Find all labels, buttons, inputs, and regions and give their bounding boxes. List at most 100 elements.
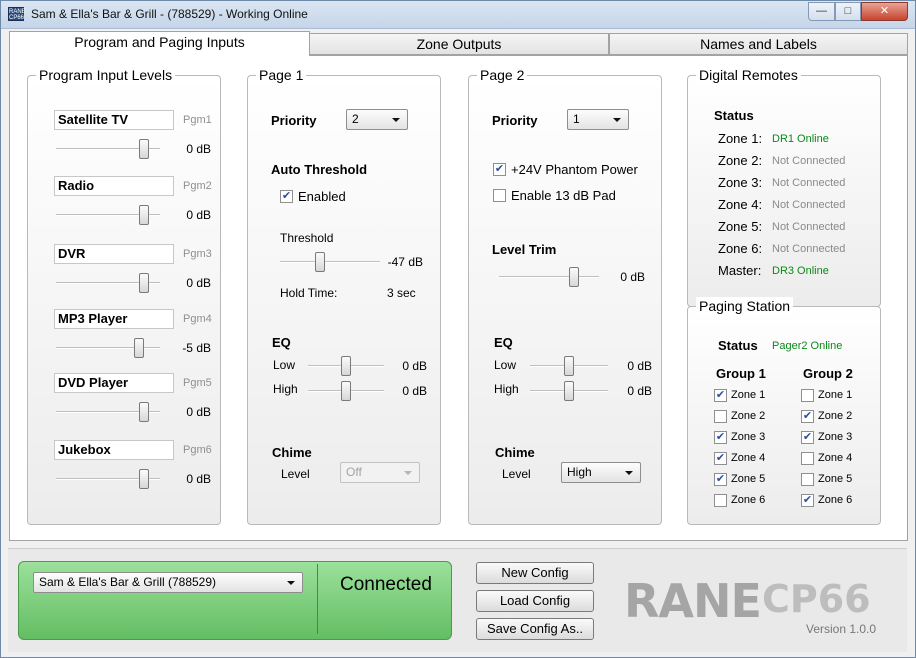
remote-row-status: Not Connected	[772, 243, 846, 255]
group1-zone-checkbox[interactable]: ✔	[714, 389, 727, 402]
group1-zone-label: Zone 2	[731, 410, 766, 422]
group2-label: Group 2	[803, 366, 853, 381]
auto-threshold-enabled-label: Enabled	[298, 189, 346, 204]
page2-eq-high-value: 0 dB	[627, 384, 652, 398]
tab-strip: Program and Paging Inputs Zone Outputs N…	[9, 31, 908, 56]
program-input-slider-thumb[interactable]	[139, 205, 150, 225]
program-input-level-value: 0 dB	[186, 405, 211, 419]
chevron-down-icon	[392, 118, 400, 122]
remote-row-label: Zone 2:	[718, 153, 763, 168]
connection-status: Connected	[340, 574, 432, 595]
enable-pad-checkbox[interactable]	[493, 189, 506, 202]
window-title: Sam & Ella's Bar & Grill - (788529) - Wo…	[31, 7, 308, 21]
program-input-slider-thumb[interactable]	[139, 139, 150, 159]
program-input-name-field[interactable]: Satellite TV	[54, 110, 174, 130]
threshold-slider-thumb[interactable]	[315, 252, 325, 272]
group2-zone-label: Zone 1	[818, 389, 853, 401]
group2-zone-label: Zone 4	[818, 452, 853, 464]
page2-eq-label: EQ	[494, 335, 513, 350]
hold-time-value: 3 sec	[387, 286, 416, 300]
program-input-tag: Pgm5	[183, 377, 212, 389]
auto-threshold-enabled-checkbox[interactable]: ✔	[280, 190, 293, 203]
group2-zone-checkbox[interactable]	[801, 389, 814, 402]
page2-eq-low-thumb[interactable]	[564, 356, 574, 376]
program-input-slider-thumb[interactable]	[139, 273, 150, 293]
remote-row-status: DR3 Online	[772, 265, 829, 277]
page2-eq-high-thumb[interactable]	[564, 381, 574, 401]
program-input-slider-track	[56, 347, 160, 349]
group2-zone-checkbox[interactable]	[801, 473, 814, 486]
tab-zone-outputs[interactable]: Zone Outputs	[309, 33, 609, 55]
program-input-name-field[interactable]: DVR	[54, 244, 174, 264]
tab-names-and-labels[interactable]: Names and Labels	[609, 33, 908, 55]
program-input-level-value: 0 dB	[186, 276, 211, 290]
page2-priority-select[interactable]: 1	[567, 109, 629, 130]
group1-zone-checkbox[interactable]	[714, 410, 727, 423]
program-input-name-field[interactable]: DVD Player	[54, 373, 174, 393]
group2-zone-checkbox[interactable]: ✔	[801, 494, 814, 507]
page1-chime-level-select[interactable]: Off	[340, 462, 420, 483]
program-input-name-field[interactable]: MP3 Player	[54, 309, 174, 329]
page2-title: Page 2	[477, 66, 528, 84]
program-input-slider-thumb[interactable]	[139, 402, 150, 422]
remote-row-label: Zone 5:	[718, 219, 763, 234]
page1-priority-value: 2	[352, 112, 359, 126]
page1-priority-select[interactable]: 2	[346, 109, 408, 130]
remote-row-label: Zone 3:	[718, 175, 763, 190]
page2-eq-low-label: Low	[494, 358, 517, 372]
group2-zone-checkbox[interactable]: ✔	[801, 410, 814, 423]
rane-logo: RANE	[624, 574, 762, 628]
connection-divider	[317, 564, 318, 634]
remote-row-status: DR1 Online	[772, 133, 829, 145]
group1-label: Group 1	[716, 366, 766, 381]
new-config-button[interactable]: New Config	[476, 562, 594, 584]
device-select[interactable]: Sam & Ella's Bar & Grill (788529)	[33, 572, 303, 593]
page1-eq-high-thumb[interactable]	[341, 381, 351, 401]
page1-chime-level-value: Off	[346, 465, 362, 479]
group2-zone-checkbox[interactable]	[801, 452, 814, 465]
chevron-down-icon	[404, 471, 412, 475]
hold-time-label: Hold Time:	[280, 286, 338, 300]
program-input-tag: Pgm6	[183, 444, 212, 456]
close-button[interactable]: ✕	[861, 2, 908, 21]
paging-status-value: Pager2 Online	[772, 340, 843, 352]
tab-program-and-paging-inputs[interactable]: Program and Paging Inputs	[9, 31, 310, 56]
group1-zone-label: Zone 5	[731, 473, 766, 485]
page1-eq-low-thumb[interactable]	[341, 356, 351, 376]
program-input-slider-thumb[interactable]	[139, 469, 150, 489]
group1-zone-label: Zone 1	[731, 389, 766, 401]
page1-eq-low-value: 0 dB	[402, 359, 427, 373]
title-bar[interactable]: RANE CP66 Sam & Ella's Bar & Grill - (78…	[1, 1, 915, 29]
level-trim-label: Level Trim	[492, 242, 557, 257]
level-trim-thumb[interactable]	[569, 267, 579, 287]
page2-priority-value: 1	[573, 112, 580, 126]
program-input-levels-title: Program Input Levels	[36, 66, 176, 84]
program-input-name-field[interactable]: Jukebox	[54, 440, 174, 460]
page2-chime-level-select[interactable]: High	[561, 462, 641, 483]
chevron-down-icon	[287, 581, 295, 585]
group2-zone-checkbox[interactable]: ✔	[801, 431, 814, 444]
group1-zone-label: Zone 4	[731, 452, 766, 464]
program-input-tag: Pgm4	[183, 313, 212, 325]
maximize-button[interactable]: □	[835, 2, 861, 21]
program-input-level-value: 0 dB	[186, 208, 211, 222]
group1-zone-checkbox[interactable]: ✔	[714, 452, 727, 465]
paging-station-title: Paging Station	[696, 297, 794, 315]
program-input-slider-thumb[interactable]	[134, 338, 145, 358]
group1-zone-checkbox[interactable]: ✔	[714, 431, 727, 444]
threshold-slider-track	[280, 261, 380, 263]
chevron-down-icon	[613, 118, 621, 122]
program-input-name-field[interactable]: Radio	[54, 176, 174, 196]
group1-zone-checkbox[interactable]	[714, 494, 727, 507]
load-config-button[interactable]: Load Config	[476, 590, 594, 612]
phantom-power-checkbox[interactable]: ✔	[493, 163, 506, 176]
group2-zone-label: Zone 2	[818, 410, 853, 422]
auto-threshold-label: Auto Threshold	[271, 162, 368, 177]
group2-zone-label: Zone 3	[818, 431, 853, 443]
threshold-label: Threshold	[280, 231, 334, 245]
group1-zone-checkbox[interactable]: ✔	[714, 473, 727, 486]
save-config-as-button[interactable]: Save Config As..	[476, 618, 594, 640]
group2-zone-label: Zone 5	[818, 473, 853, 485]
program-input-level-value: 0 dB	[186, 142, 211, 156]
minimize-button[interactable]: —	[808, 2, 835, 21]
